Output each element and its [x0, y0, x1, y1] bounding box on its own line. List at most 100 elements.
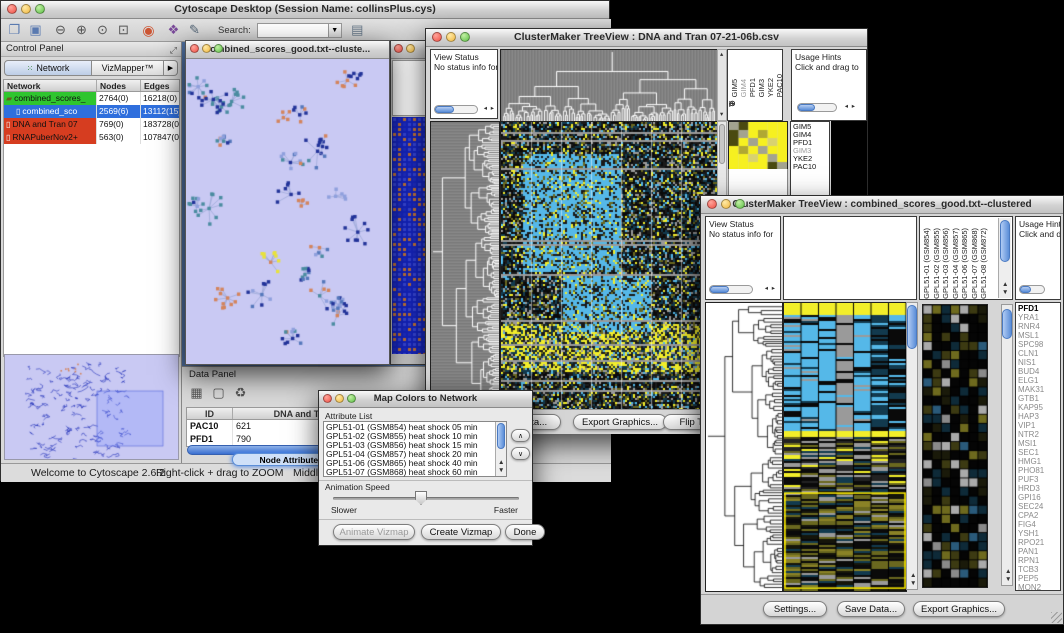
zoom-selected-icon[interactable]: ⊡	[114, 21, 133, 40]
scroll-right-icon[interactable]: ▸	[852, 103, 855, 111]
status-scrollbar[interactable]	[434, 105, 478, 114]
scroll-up-icon[interactable]: ▲	[910, 572, 916, 580]
main-title-bar[interactable]: Cytoscape Desktop (Session Name: collins…	[1, 1, 609, 19]
birdseye-view-canvas[interactable]	[4, 354, 179, 460]
minimize-button[interactable]	[406, 44, 415, 53]
scroll-thumb[interactable]	[710, 286, 729, 293]
hints-scrollbar[interactable]	[797, 103, 837, 112]
gene-label[interactable]: GPI16	[1018, 493, 1058, 502]
minimize-button[interactable]	[202, 44, 211, 53]
attribute-item[interactable]: GPL51-07 (GSM868) heat shock 60 min	[326, 468, 504, 477]
array-label[interactable]: GPL51-02 (GSM855)	[932, 228, 942, 299]
gene-label[interactable]: HAP3	[1018, 412, 1058, 421]
scroll-thumb[interactable]	[907, 305, 917, 349]
help-icon[interactable]: ◉	[139, 21, 158, 40]
gene-label[interactable]: YSH1	[1018, 529, 1058, 538]
zoom-button[interactable]	[460, 32, 470, 42]
scroll-thumb[interactable]	[1020, 286, 1031, 293]
gene-label[interactable]: PEP5	[1018, 574, 1058, 583]
gene-label[interactable]: CLN1	[1018, 349, 1058, 358]
zoom-fit-icon[interactable]: ⊙	[93, 21, 112, 40]
gene-label[interactable]: PAN1	[1018, 547, 1058, 556]
scroll-down-icon[interactable]: ▼	[910, 580, 916, 588]
col-nodes[interactable]: Nodes	[97, 80, 141, 91]
close-button[interactable]	[190, 44, 199, 53]
tab-network[interactable]: ⁙ Network	[4, 60, 92, 76]
save-data-button[interactable]: Save Data...	[837, 601, 905, 617]
gene-label[interactable]: FIG4	[1018, 520, 1058, 529]
minimize-button[interactable]	[446, 32, 456, 42]
attribute-item[interactable]: GPL51-04 (GSM857) heat shock 20 min	[326, 450, 504, 459]
heatmap-canvas[interactable]	[783, 302, 907, 592]
row-dendrogram-canvas[interactable]	[705, 302, 783, 592]
gene-label[interactable]: SEC24	[1018, 502, 1058, 511]
network-list-row[interactable]: ▯DNA and Tran 07769(0)183728(0)	[4, 118, 179, 131]
gene-label[interactable]: RNR4	[1018, 322, 1058, 331]
gene-label[interactable]: MON2	[1018, 583, 1058, 591]
array-label[interactable]: GPL51-06 (GSM865)	[960, 228, 970, 299]
network-list-row[interactable]: ▯combined_sco2569(6)13112(15)	[4, 105, 179, 118]
hints-scrollbar[interactable]	[1019, 285, 1045, 294]
gene-label[interactable]: PFD1	[1018, 304, 1058, 313]
collapse-up-icon[interactable]: ▴	[720, 51, 723, 59]
gene-label[interactable]: PAC10	[793, 163, 827, 171]
array-label[interactable]: GIM4	[739, 79, 748, 97]
heatmap-scrollbar[interactable]: ▲ ▼	[906, 302, 918, 590]
search-input[interactable]	[257, 23, 329, 38]
gene-label[interactable]: GTB1	[1018, 394, 1058, 403]
zoom-button[interactable]	[735, 199, 745, 209]
scroll-thumb[interactable]	[1000, 220, 1010, 262]
network-settings-icon[interactable]: ▤	[348, 21, 367, 40]
gene-label[interactable]: ELG1	[1018, 376, 1058, 385]
gene-label[interactable]: MSI1	[1018, 439, 1058, 448]
scroll-right-icon[interactable]: ▸	[491, 105, 494, 113]
zoom-in-icon[interactable]: ⊕	[72, 21, 91, 40]
minimize-button[interactable]	[335, 394, 344, 403]
export-graphics-button[interactable]: Export Graphics...	[913, 601, 1005, 617]
settings-button[interactable]: Settings...	[763, 601, 827, 617]
export-graphics-button[interactable]: Export Graphics...	[573, 414, 667, 430]
network-graph-canvas[interactable]	[186, 59, 389, 364]
network-list-header[interactable]: Network Nodes Edges	[4, 80, 179, 92]
annotation-icon[interactable]: ✎	[185, 21, 204, 40]
resize-grip[interactable]	[1051, 612, 1062, 623]
close-button[interactable]	[394, 44, 403, 53]
gene-label[interactable]: GIM5	[793, 123, 827, 131]
array-label[interactable]: GIM5	[730, 79, 739, 97]
gene-label[interactable]: MSL1	[1018, 331, 1058, 340]
scroll-up-icon[interactable]: ▲	[498, 459, 504, 467]
gene-label[interactable]: CPA2	[1018, 511, 1058, 520]
create-vizmap-button[interactable]: Create Vizmap	[421, 524, 501, 540]
tab-vizmapper[interactable]: VizMapper™	[92, 60, 164, 76]
close-button[interactable]	[707, 199, 717, 209]
network-list-row[interactable]: ▰combined_scores_2764(0)16218(0)	[4, 92, 179, 105]
zoom-button[interactable]	[214, 44, 223, 53]
gene-label[interactable]: TCB3	[1018, 565, 1058, 574]
close-button[interactable]	[432, 32, 442, 42]
labels-scrollbar[interactable]: ▲ ▼	[998, 218, 1011, 298]
divider-strip[interactable]: ▴ ▾	[717, 49, 727, 121]
dialog-title-bar[interactable]: Map Colors to Network	[319, 391, 532, 408]
col-network[interactable]: Network	[4, 80, 97, 91]
scroll-thumb[interactable]	[435, 106, 454, 113]
scroll-down-icon[interactable]: ▼	[498, 467, 504, 475]
gene-label[interactable]: PFD1	[793, 139, 827, 147]
new-attribute-icon[interactable]: ▢	[209, 383, 228, 402]
treeview2-title-bar[interactable]: ClusterMaker TreeView : combined_scores_…	[701, 196, 1063, 214]
open-file-icon[interactable]: ❐	[5, 21, 24, 40]
collapse-down-icon[interactable]: ▾	[720, 111, 723, 119]
attribute-list-scrollbar[interactable]: ▲ ▼	[495, 422, 506, 476]
gene-label[interactable]: MAK31	[1018, 385, 1058, 394]
gene-label[interactable]: SPC98	[1018, 340, 1058, 349]
column-dendrogram-canvas[interactable]	[500, 49, 718, 123]
gene-label[interactable]: NIS1	[1018, 358, 1058, 367]
scroll-thumb[interactable]	[1002, 309, 1012, 339]
gene-label[interactable]: NTR2	[1018, 430, 1058, 439]
array-label[interactable]: GPL51-01 (GSM854)	[922, 228, 932, 299]
global-pixel-view-canvas[interactable]	[728, 121, 788, 171]
minimize-button[interactable]	[21, 4, 31, 14]
gene-label[interactable]: HRD3	[1018, 484, 1058, 493]
minimize-button[interactable]	[721, 199, 731, 209]
gene-label[interactable]: SEC1	[1018, 448, 1058, 457]
gene-label[interactable]: VIP1	[1018, 421, 1058, 430]
